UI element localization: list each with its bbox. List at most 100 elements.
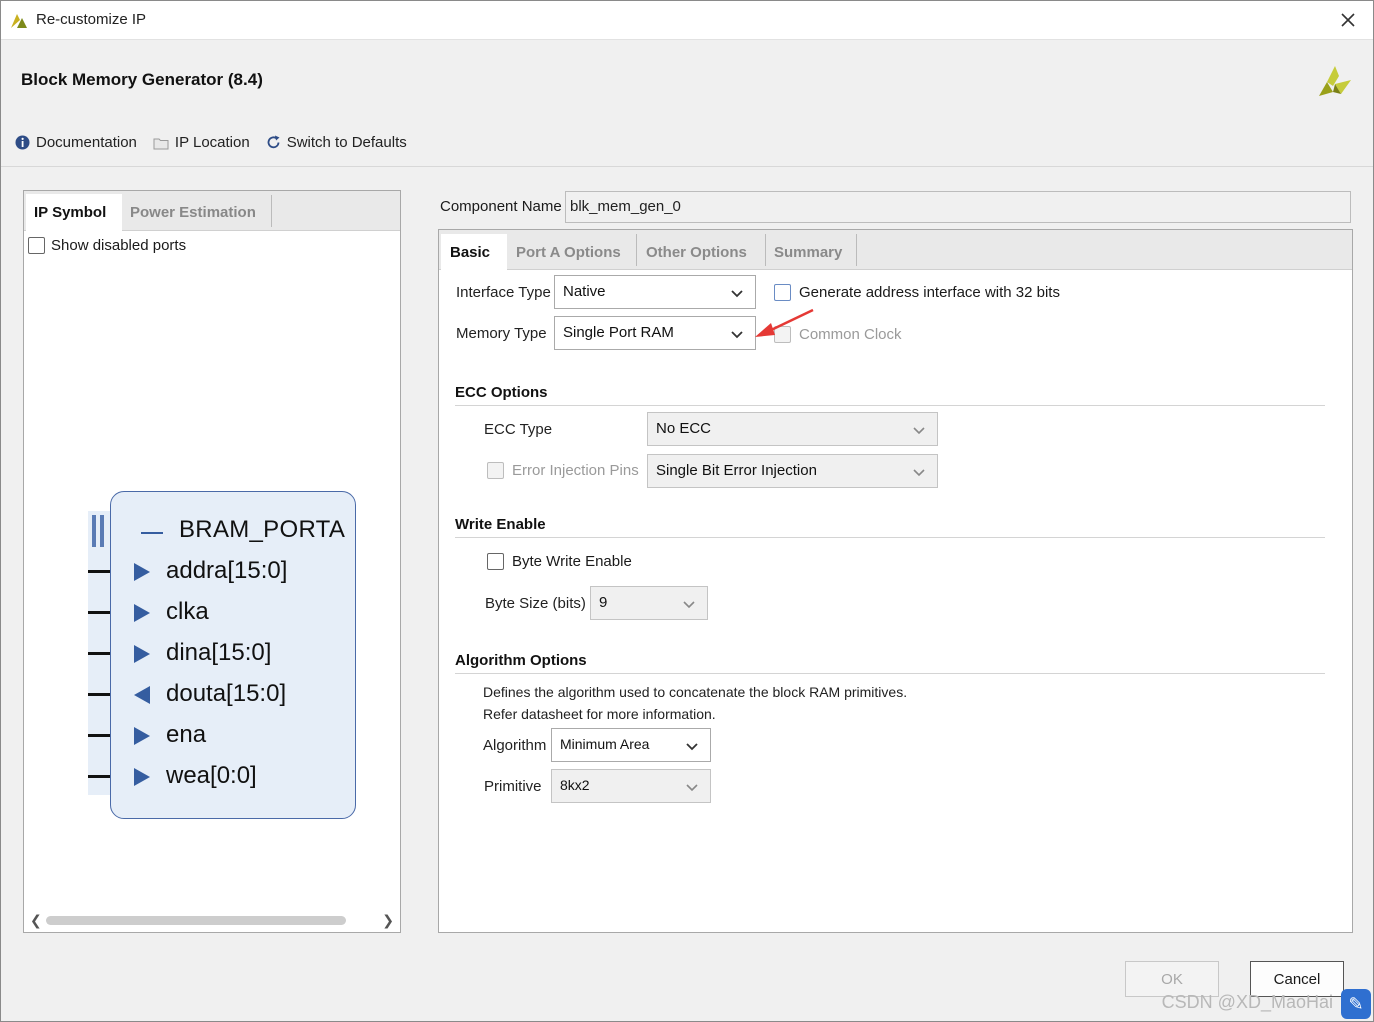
- algorithm-value: Minimum Area: [560, 736, 650, 752]
- interface-type-label: Interface Type: [456, 284, 551, 301]
- tab-other-options[interactable]: Other Options: [637, 234, 765, 270]
- write-enable-section-title: Write Enable: [455, 516, 546, 533]
- checkbox-icon[interactable]: [487, 553, 504, 570]
- input-arrow-icon: [134, 768, 150, 786]
- bus-connector: [92, 515, 96, 547]
- ip-symbol: BRAM_PORTA addra[15:0] clka dina[15:0] d: [88, 491, 358, 821]
- input-arrow-icon: [134, 645, 150, 663]
- documentation-label: Documentation: [36, 134, 137, 151]
- switch-defaults-button[interactable]: Switch to Defaults: [266, 134, 407, 151]
- csdn-badge-icon: ✎: [1341, 989, 1371, 1019]
- byte-size-select[interactable]: 9: [590, 586, 708, 620]
- ip-location-label: IP Location: [174, 134, 250, 151]
- byte-write-enable-checkbox[interactable]: Byte Write Enable: [487, 553, 632, 570]
- dialog-window: Re-customize IP Block Memory Generator (…: [0, 0, 1374, 1022]
- folder-icon: [153, 136, 169, 150]
- tab-port-a-options[interactable]: Port A Options: [507, 234, 635, 270]
- switch-defaults-label: Switch to Defaults: [286, 134, 407, 151]
- chevron-down-icon: [731, 327, 743, 339]
- port-line: [88, 652, 110, 655]
- port-row: ena: [88, 721, 358, 751]
- info-icon: [15, 135, 30, 150]
- section-divider: [455, 405, 1325, 406]
- component-name-label: Component Name: [440, 198, 562, 215]
- scroll-left-icon[interactable]: ❮: [30, 912, 42, 929]
- tab-power-estimation[interactable]: Power Estimation: [122, 194, 270, 231]
- generate-address-32-checkbox[interactable]: Generate address interface with 32 bits: [774, 284, 1060, 301]
- vivado-app-icon: [9, 10, 29, 30]
- scroll-thumb[interactable]: [46, 916, 346, 925]
- primitive-label: Primitive: [484, 778, 542, 795]
- interface-type-select[interactable]: Native: [554, 275, 756, 309]
- port-line: [88, 611, 110, 614]
- ecc-type-value: No ECC: [656, 420, 712, 437]
- left-panel: IP Symbol Power Estimation Show disabled…: [23, 190, 401, 933]
- output-arrow-icon: [134, 686, 150, 704]
- window-title: Re-customize IP: [36, 11, 147, 28]
- checkbox-icon[interactable]: [774, 284, 791, 301]
- ecc-section-title: ECC Options: [455, 384, 548, 401]
- memory-type-select[interactable]: Single Port RAM: [554, 316, 756, 350]
- algorithm-description-note: Refer datasheet for more information.: [483, 706, 716, 722]
- port-label: dina[15:0]: [166, 639, 272, 666]
- title-bar: Re-customize IP: [1, 1, 1373, 39]
- input-arrow-icon: [134, 727, 150, 745]
- refresh-icon: [266, 135, 281, 150]
- ecc-type-select[interactable]: No ECC: [647, 412, 938, 446]
- algorithm-description: Defines the algorithm used to concatenat…: [483, 684, 908, 700]
- error-injection-select[interactable]: Single Bit Error Injection: [647, 454, 938, 488]
- tab-summary[interactable]: Summary: [765, 234, 855, 270]
- port-row: clka: [88, 598, 358, 628]
- ecc-type-label: ECC Type: [484, 421, 553, 438]
- chevron-down-icon: [686, 739, 698, 751]
- checkbox-icon[interactable]: [487, 462, 504, 479]
- port-label: clka: [166, 598, 209, 625]
- algorithm-select[interactable]: Minimum Area: [551, 728, 711, 762]
- component-name-field[interactable]: blk_mem_gen_0: [565, 191, 1351, 223]
- chevron-down-icon: [913, 423, 925, 435]
- section-divider: [455, 673, 1325, 674]
- tab-divider: [271, 195, 272, 227]
- documentation-button[interactable]: Documentation: [15, 134, 137, 151]
- port-label: wea[0:0]: [166, 762, 257, 789]
- error-injection-value: Single Bit Error Injection: [656, 462, 817, 479]
- close-icon[interactable]: [1333, 5, 1363, 35]
- port-line: [88, 734, 110, 737]
- bus-connector: [100, 515, 104, 547]
- show-disabled-ports-label: Show disabled ports: [51, 237, 187, 254]
- show-disabled-ports-checkbox[interactable]: Show disabled ports: [28, 237, 186, 254]
- memory-type-value: Single Port RAM: [563, 324, 674, 341]
- checkbox-icon[interactable]: [28, 237, 45, 254]
- section-divider: [455, 537, 1325, 538]
- chevron-down-icon: [683, 597, 695, 609]
- dialog-header: Block Memory Generator (8.4) Documentati…: [1, 39, 1373, 167]
- port-row: dina[15:0]: [88, 639, 358, 669]
- bus-collapse-icon[interactable]: [141, 532, 163, 534]
- primitive-select[interactable]: 8kx2: [551, 769, 711, 803]
- error-injection-pins-checkbox[interactable]: Error Injection Pins: [487, 462, 639, 479]
- horizontal-scrollbar[interactable]: ❮ ❯: [28, 912, 398, 928]
- ip-location-button[interactable]: IP Location: [153, 134, 250, 151]
- port-label: ena: [166, 721, 207, 748]
- ip-heading: Block Memory Generator (8.4): [21, 70, 263, 89]
- port-row: douta[15:0]: [88, 680, 358, 710]
- scroll-right-icon[interactable]: ❯: [382, 912, 394, 929]
- toolbar: Documentation IP Location Switch to Defa…: [15, 134, 407, 151]
- generate-address-32-label: Generate address interface with 32 bits: [799, 284, 1060, 301]
- tab-basic[interactable]: Basic: [441, 234, 507, 270]
- tab-divider: [856, 234, 857, 266]
- port-label: douta[15:0]: [166, 680, 287, 707]
- algorithm-section-title: Algorithm Options: [455, 652, 587, 669]
- memory-type-label: Memory Type: [456, 325, 547, 342]
- algorithm-label: Algorithm: [483, 737, 547, 754]
- primitive-value: 8kx2: [560, 777, 590, 793]
- port-line: [88, 775, 110, 778]
- tab-ip-symbol[interactable]: IP Symbol: [26, 194, 122, 231]
- input-arrow-icon: [134, 604, 150, 622]
- chevron-down-icon: [913, 465, 925, 477]
- byte-size-label: Byte Size (bits): [485, 595, 586, 612]
- interface-type-value: Native: [563, 283, 606, 300]
- left-tabs: IP Symbol Power Estimation: [24, 191, 400, 231]
- annotation-arrow-icon: [755, 308, 814, 337]
- config-tabs: Basic Port A Options Other Options Summa…: [439, 230, 1352, 270]
